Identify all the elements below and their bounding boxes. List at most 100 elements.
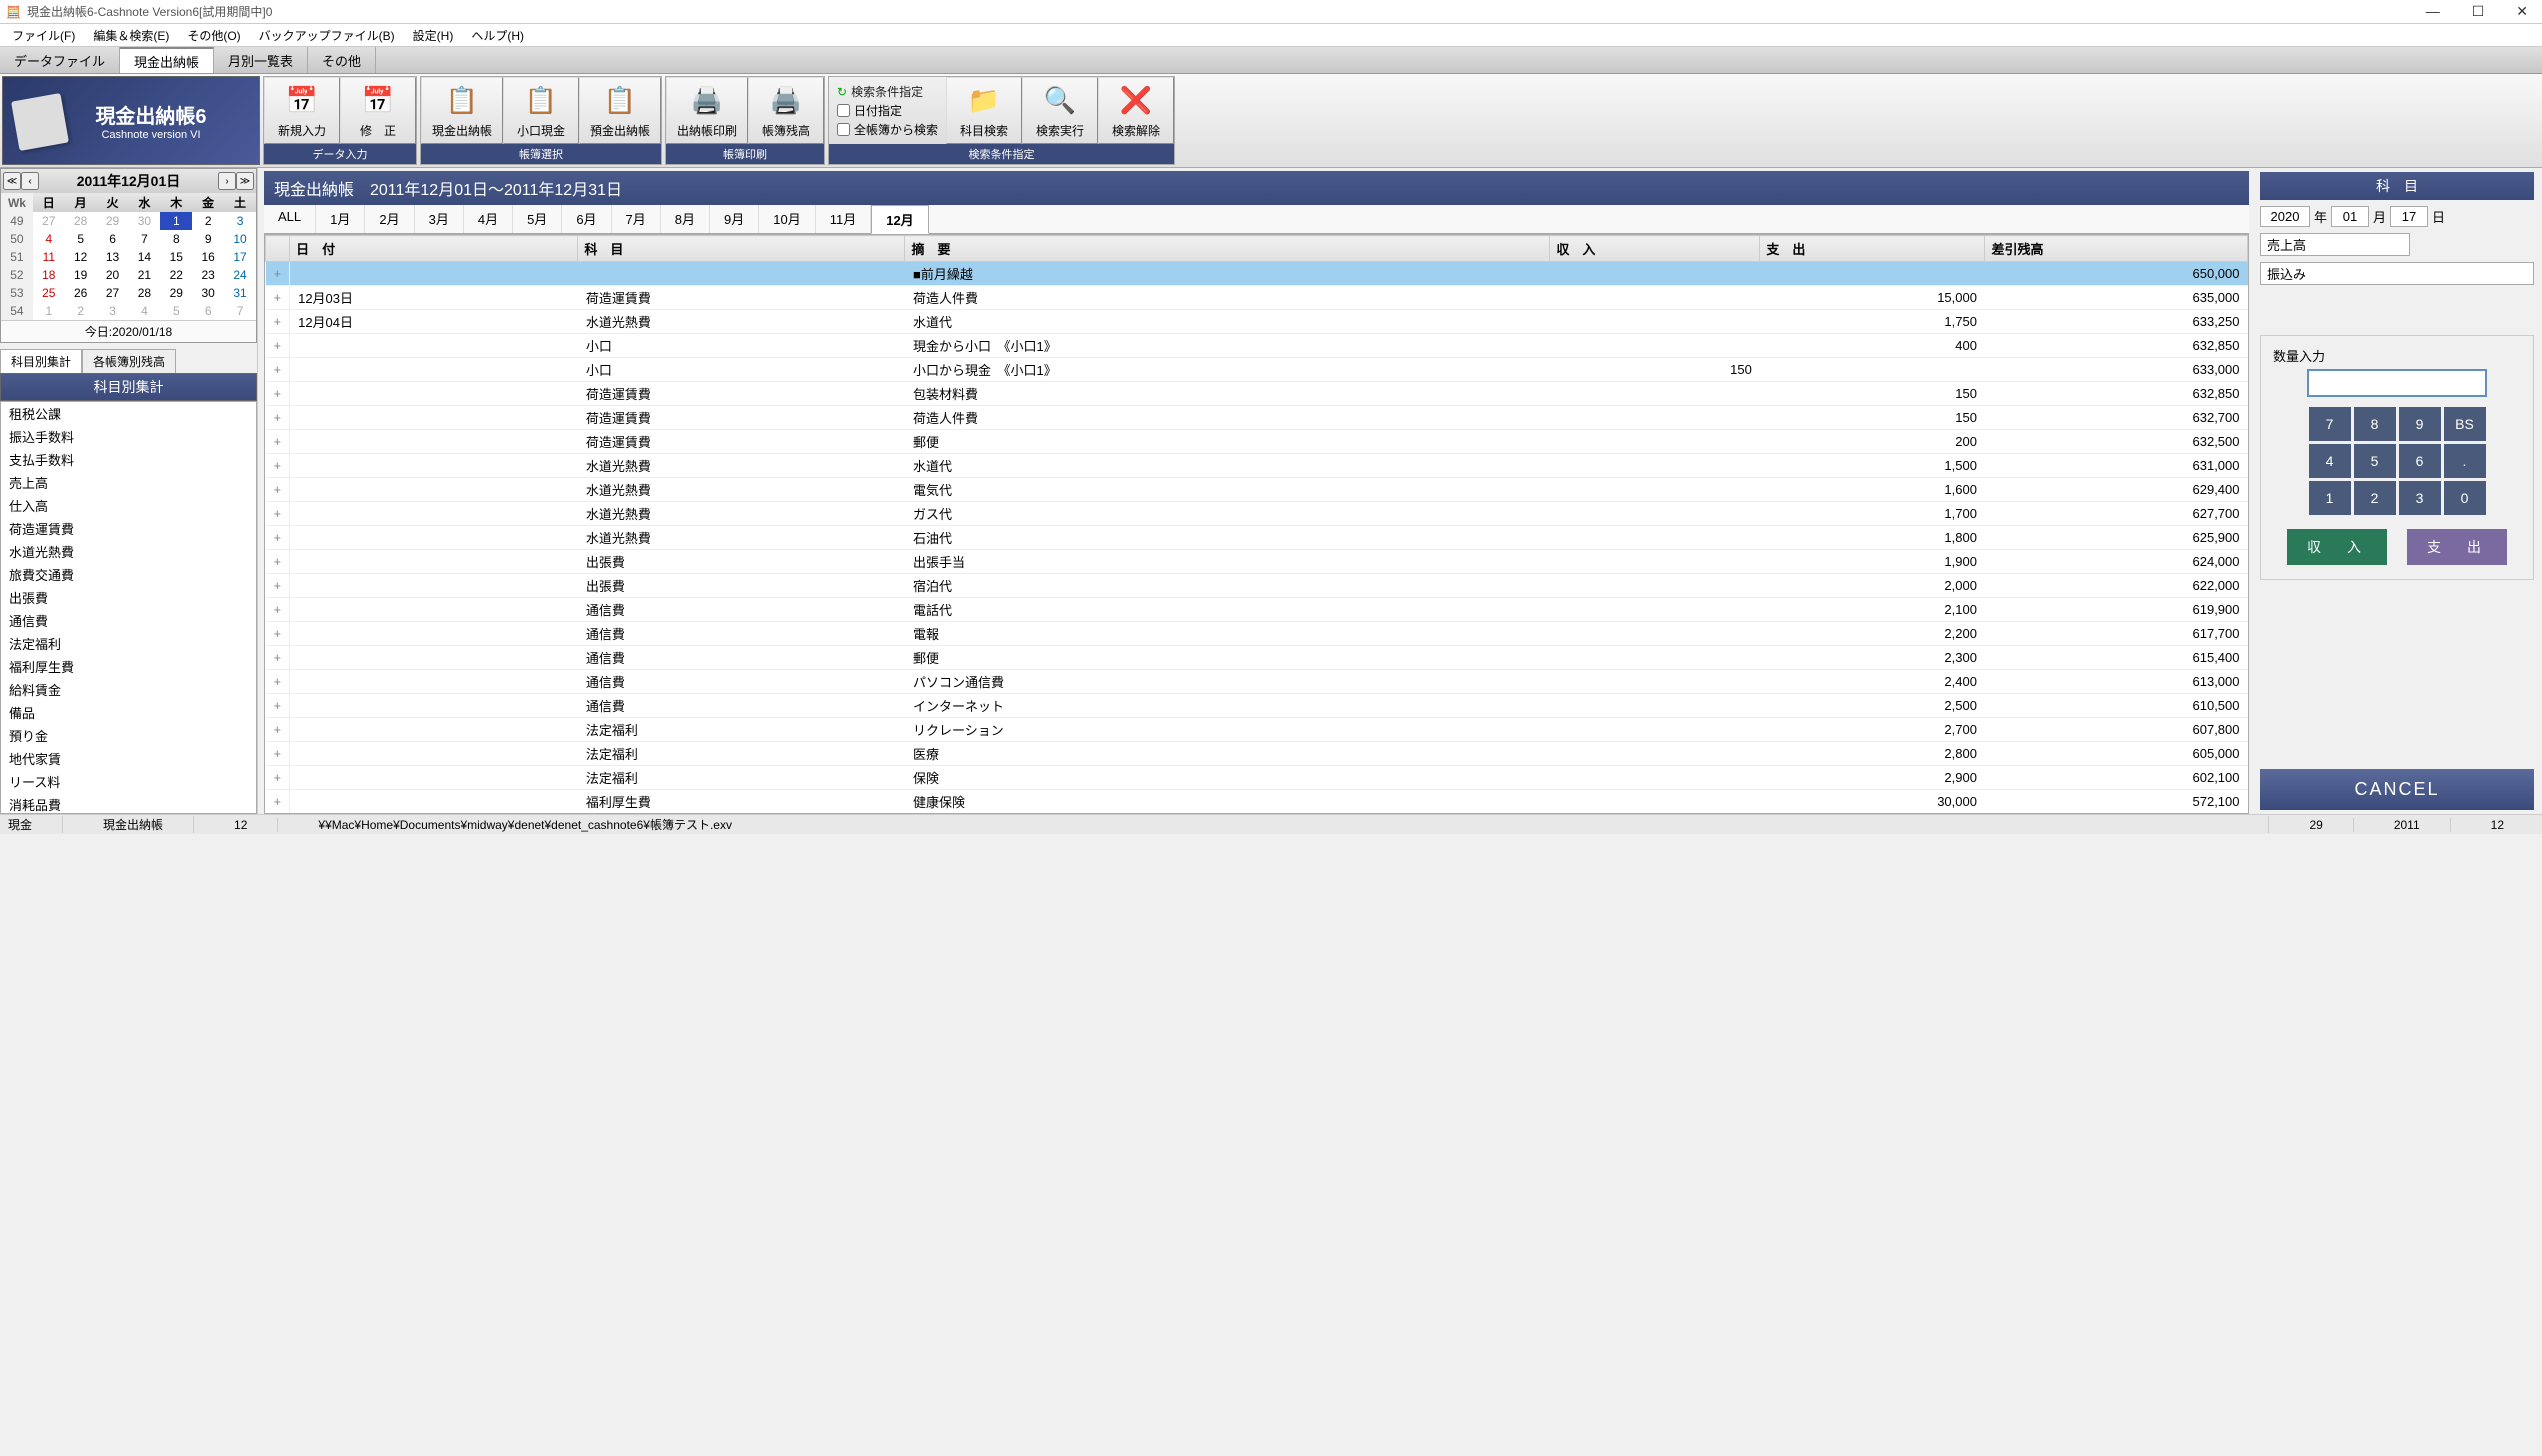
- toolbar-button[interactable]: 🖨️帳簿残高: [748, 77, 824, 144]
- calendar-day[interactable]: 6: [97, 230, 129, 248]
- ledger-row[interactable]: +12月03日荷造運賃費荷造人件費15,000635,000: [266, 286, 2248, 310]
- calendar-day[interactable]: 2: [65, 302, 97, 320]
- numpad-key[interactable]: 2: [2354, 481, 2396, 515]
- numpad-key[interactable]: 5: [2354, 444, 2396, 478]
- calendar-day[interactable]: 30: [192, 284, 224, 302]
- numpad-key[interactable]: 1: [2309, 481, 2351, 515]
- main-tab[interactable]: 月別一覧表: [214, 47, 308, 73]
- month-tab[interactable]: ALL: [264, 205, 316, 233]
- calendar-day[interactable]: 27: [97, 284, 129, 302]
- calendar-day[interactable]: 23: [192, 266, 224, 284]
- cal-prev-year[interactable]: ≪: [3, 172, 21, 190]
- month-tab[interactable]: 4月: [464, 205, 513, 233]
- calendar-day[interactable]: 4: [33, 230, 65, 248]
- numpad-key[interactable]: 6: [2399, 444, 2441, 478]
- category-item[interactable]: 水道光熱費: [1, 540, 256, 563]
- toolbar-button[interactable]: 📅修 正: [340, 77, 416, 144]
- calendar-day[interactable]: 3: [97, 302, 129, 320]
- ledger-row[interactable]: +12月04日水道光熱費水道代1,750633,250: [266, 310, 2248, 334]
- maximize-button[interactable]: ☐: [2464, 3, 2493, 20]
- description-input[interactable]: [2260, 262, 2534, 285]
- calendar-day[interactable]: 17: [224, 248, 256, 266]
- category-item[interactable]: 荷造運賃費: [1, 517, 256, 540]
- ledger-row[interactable]: +出張費宿泊代2,000622,000: [266, 574, 2248, 598]
- category-item[interactable]: 預り金: [1, 724, 256, 747]
- main-tab[interactable]: その他: [308, 47, 376, 73]
- calendar-day[interactable]: 3: [224, 212, 256, 230]
- calendar-day[interactable]: 9: [192, 230, 224, 248]
- toolbar-button[interactable]: 🖨️出納帳印刷: [666, 77, 748, 144]
- category-item[interactable]: 売上高: [1, 471, 256, 494]
- search-button[interactable]: ❌検索解除: [1098, 77, 1174, 144]
- sidebar-subtab[interactable]: 科目別集計: [0, 349, 82, 374]
- numpad-key[interactable]: 0: [2444, 481, 2486, 515]
- toolbar-button[interactable]: 📋現金出納帳: [421, 77, 503, 144]
- calendar-day[interactable]: 21: [129, 266, 161, 284]
- calendar-day[interactable]: 8: [160, 230, 192, 248]
- month-tab[interactable]: 7月: [612, 205, 661, 233]
- month-tab[interactable]: 12月: [871, 205, 928, 234]
- checkbox-date-filter[interactable]: 日付指定: [837, 102, 938, 119]
- menu-item[interactable]: ファイル(F): [4, 25, 83, 46]
- category-item[interactable]: 支払手数料: [1, 448, 256, 471]
- ledger-row[interactable]: +荷造運賃費荷造人件費150632,700: [266, 406, 2248, 430]
- search-button[interactable]: 📁科目検索: [946, 77, 1022, 144]
- month-tab[interactable]: 6月: [562, 205, 611, 233]
- ledger-row[interactable]: +法定福利保険2,900602,100: [266, 766, 2248, 790]
- category-item[interactable]: 租税公課: [1, 402, 256, 425]
- month-tab[interactable]: 1月: [316, 205, 365, 233]
- ledger-row[interactable]: +荷造運賃費郵便200632,500: [266, 430, 2248, 454]
- menu-item[interactable]: その他(O): [179, 25, 248, 46]
- category-item[interactable]: 地代家賃: [1, 747, 256, 770]
- main-tab[interactable]: データファイル: [0, 47, 120, 73]
- calendar-day[interactable]: 5: [160, 302, 192, 320]
- category-item[interactable]: 出張費: [1, 586, 256, 609]
- category-item[interactable]: 福利厚生費: [1, 655, 256, 678]
- ledger-row[interactable]: +出張費出張手当1,900624,000: [266, 550, 2248, 574]
- month-tab[interactable]: 9月: [710, 205, 759, 233]
- ledger-row[interactable]: +小口現金から小口 《小口1》400632,850: [266, 334, 2248, 358]
- checkbox-all-ledgers[interactable]: 全帳簿から検索: [837, 121, 938, 138]
- numpad-key[interactable]: 4: [2309, 444, 2351, 478]
- ledger-row[interactable]: +通信費郵便2,300615,400: [266, 646, 2248, 670]
- category-item[interactable]: リース料: [1, 770, 256, 793]
- menu-item[interactable]: ヘルプ(H): [463, 25, 532, 46]
- category-item[interactable]: 仕入高: [1, 494, 256, 517]
- category-list[interactable]: 租税公課振込手数料支払手数料売上高仕入高荷造運賃費水道光熱費旅費交通費出張費通信…: [0, 401, 257, 814]
- month-tab[interactable]: 11月: [816, 205, 872, 233]
- calendar-day[interactable]: 25: [33, 284, 65, 302]
- calendar-day[interactable]: 12: [65, 248, 97, 266]
- toolbar-button[interactable]: 📋小口現金: [503, 77, 579, 144]
- ledger-row[interactable]: +通信費インターネット2,500610,500: [266, 694, 2248, 718]
- calendar-day[interactable]: 10: [224, 230, 256, 248]
- category-item[interactable]: 振込手数料: [1, 425, 256, 448]
- menu-item[interactable]: 編集＆検索(E): [85, 25, 177, 46]
- category-item[interactable]: 法定福利: [1, 632, 256, 655]
- calendar-day[interactable]: 29: [97, 212, 129, 230]
- calendar-day[interactable]: 30: [129, 212, 161, 230]
- expense-button[interactable]: 支 出: [2407, 529, 2507, 565]
- numpad-key[interactable]: 8: [2354, 407, 2396, 441]
- calendar-day[interactable]: 28: [129, 284, 161, 302]
- calendar-day[interactable]: 14: [129, 248, 161, 266]
- ledger-row[interactable]: +福利厚生費健康保険30,000572,100: [266, 790, 2248, 814]
- calendar-day[interactable]: 28: [65, 212, 97, 230]
- calendar-day[interactable]: 26: [65, 284, 97, 302]
- cal-next-month[interactable]: ›: [218, 172, 236, 190]
- quantity-input[interactable]: [2307, 369, 2487, 397]
- ledger-row[interactable]: +法定福利リクレーション2,700607,800: [266, 718, 2248, 742]
- ledger-row[interactable]: +荷造運賃費包装材料費150632,850: [266, 382, 2248, 406]
- minimize-button[interactable]: —: [2418, 3, 2448, 20]
- calendar-day[interactable]: 1: [160, 212, 192, 230]
- calendar-day[interactable]: 29: [160, 284, 192, 302]
- month-tab[interactable]: 5月: [513, 205, 562, 233]
- ledger-row[interactable]: +法定福利医療2,800605,000: [266, 742, 2248, 766]
- ledger-row[interactable]: +通信費パソコン通信費2,400613,000: [266, 670, 2248, 694]
- calendar-day[interactable]: 13: [97, 248, 129, 266]
- menu-item[interactable]: バックアップファイル(B): [251, 25, 403, 46]
- month-tab[interactable]: 8月: [661, 205, 710, 233]
- toolbar-button[interactable]: 📋預金出納帳: [579, 77, 661, 144]
- cal-next-year[interactable]: ≫: [236, 172, 254, 190]
- menu-item[interactable]: 設定(H): [405, 25, 462, 46]
- calendar-day[interactable]: 20: [97, 266, 129, 284]
